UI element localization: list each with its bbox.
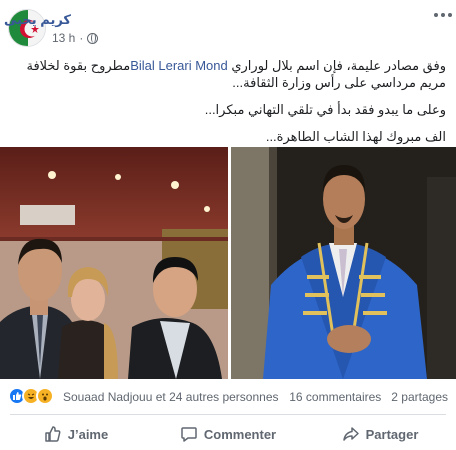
comments-count[interactable]: 16 commentaires <box>289 390 381 404</box>
wow-icon <box>36 387 54 405</box>
portrait-photo-image <box>231 147 456 379</box>
post-header: كريم يحيى 13 h · <box>0 0 456 54</box>
author-name[interactable]: كريم يحيى <box>4 12 71 28</box>
mention-link[interactable]: Bilal Lerari Mond <box>130 58 228 73</box>
divider <box>10 414 446 415</box>
share-button[interactable]: Partager <box>304 419 456 449</box>
shares-count[interactable]: 2 partages <box>391 390 448 404</box>
comment-icon <box>181 427 197 442</box>
post-timestamp[interactable]: 13 h <box>52 31 75 45</box>
group-photo-image <box>0 147 228 379</box>
more-options-icon[interactable] <box>434 10 452 20</box>
post-text: وفق مصادر عليمة، فإن اسم بلال لوراري Bil… <box>10 57 446 155</box>
reaction-icons[interactable] <box>8 387 54 405</box>
post-paragraph: وفق مصادر عليمة، فإن اسم بلال لوراري Bil… <box>26 58 446 90</box>
like-label: J’aime <box>67 426 109 442</box>
group-photo[interactable] <box>0 147 228 379</box>
thumbs-up-icon <box>45 426 61 442</box>
post-photos <box>0 147 456 379</box>
post-paragraph: وعلى ما يبدو فقد بدأ في تلقي التهاني مبك… <box>204 102 446 117</box>
like-button[interactable]: J’aime <box>0 419 152 449</box>
post-actions: J’aime Commenter Partager <box>0 419 456 449</box>
reaction-names[interactable]: Souaad Nadjouu et 24 autres personnes <box>63 390 279 404</box>
comment-button[interactable]: Commenter <box>152 419 304 449</box>
share-label: Partager <box>365 426 419 442</box>
post-paragraph: الف مبروك لهذا الشاب الطاهرة... <box>265 129 446 144</box>
post-meta: 13 h · <box>52 31 99 45</box>
comment-label: Commenter <box>203 426 277 442</box>
portrait-photo[interactable] <box>231 147 456 379</box>
globe-icon[interactable] <box>87 32 99 44</box>
engagement-counts: 16 commentaires 2 partages <box>289 390 448 404</box>
share-arrow-icon <box>342 427 359 441</box>
post-stats: Souaad Nadjouu et 24 autres personnes 16… <box>8 387 448 409</box>
